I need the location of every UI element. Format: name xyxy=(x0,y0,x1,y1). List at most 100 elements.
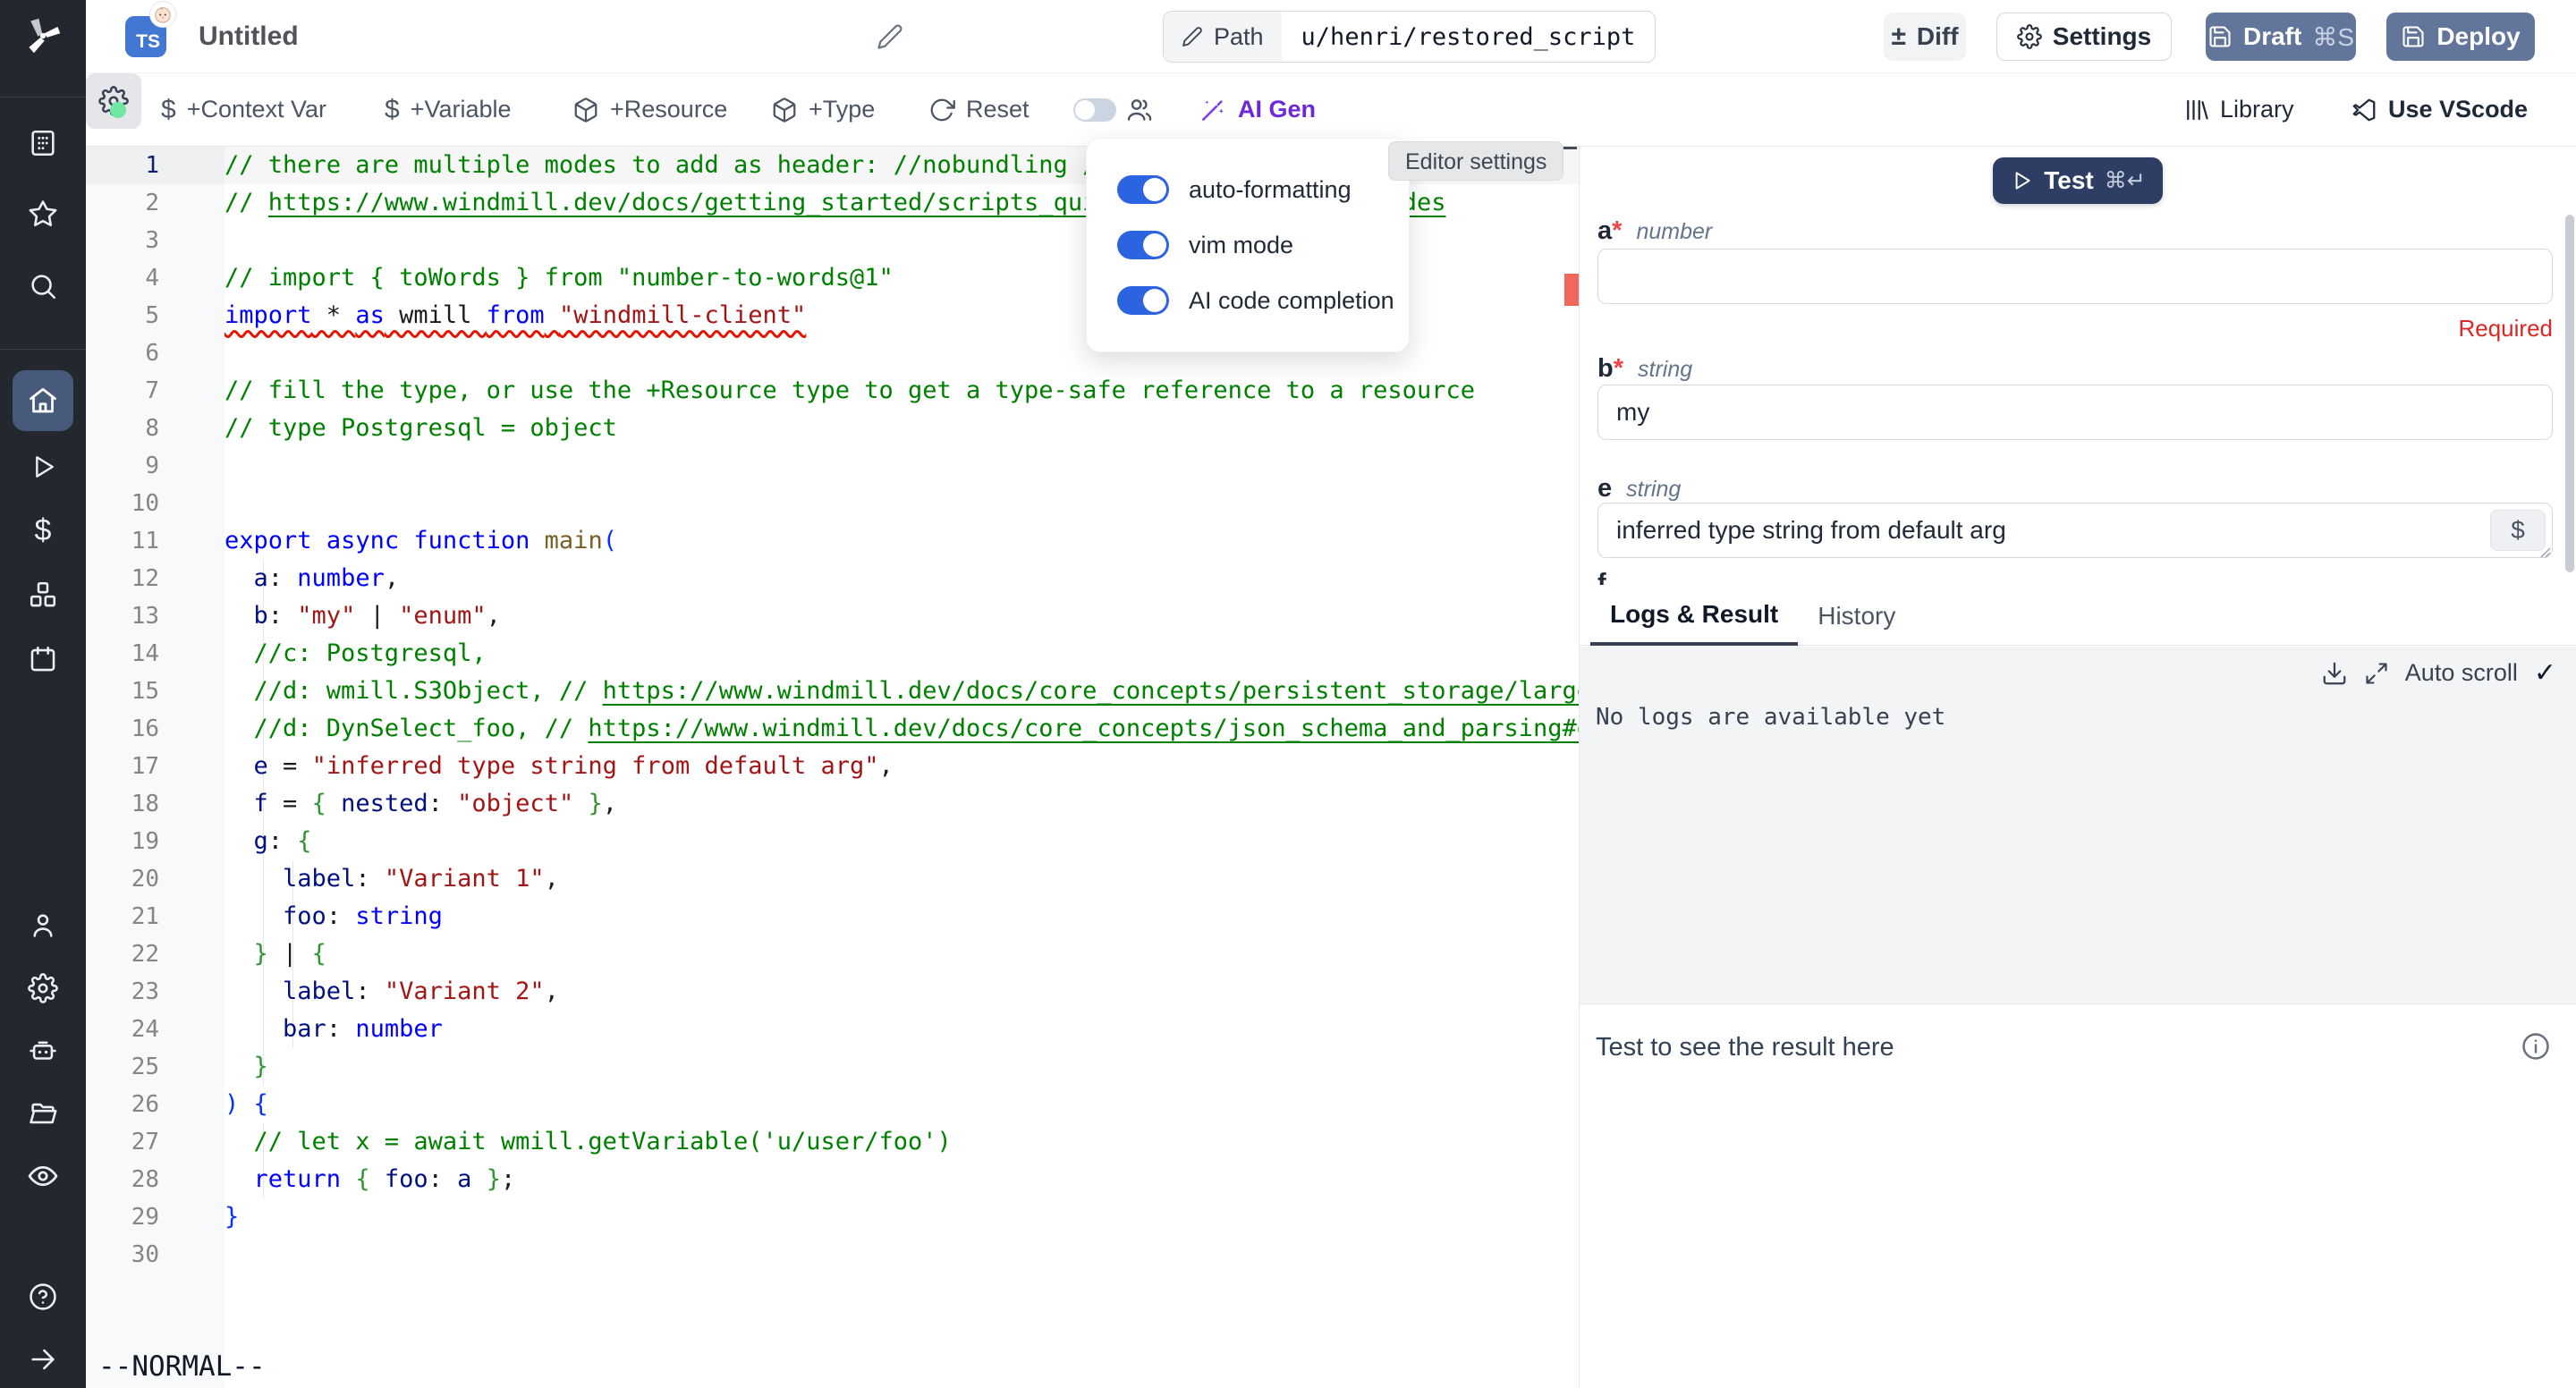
add-type-button[interactable]: +Type xyxy=(771,73,875,146)
baby-emoji-badge xyxy=(150,2,175,27)
line-number: 27 xyxy=(86,1123,186,1161)
code-line[interactable]: 23 label: "Variant 2", xyxy=(86,973,1579,1011)
editor-settings-button[interactable] xyxy=(86,73,141,129)
path-chip[interactable]: Path u/henri/restored_script xyxy=(1163,11,1656,63)
panel-scrollbar[interactable] xyxy=(2565,215,2574,572)
windmill-logo[interactable] xyxy=(23,16,63,55)
sidebar-item-help[interactable] xyxy=(23,1277,63,1316)
multiplayer-button[interactable] xyxy=(1125,73,1154,146)
code-line[interactable]: 22 } | { xyxy=(86,935,1579,973)
sidebar-item-runs[interactable] xyxy=(23,447,63,487)
use-vscode-button[interactable]: Use VScode xyxy=(2351,73,2528,146)
toggle-knob xyxy=(1143,178,1166,201)
path-value[interactable]: u/henri/restored_script xyxy=(1282,12,1656,62)
field-e-input[interactable] xyxy=(1597,503,2553,558)
field-name: b xyxy=(1597,354,1614,383)
tab-logs-result[interactable]: Logs & Result xyxy=(1590,587,1798,646)
reset-button[interactable]: Reset xyxy=(928,73,1030,146)
sidebar-item-schedules[interactable] xyxy=(23,639,63,679)
folder-icon xyxy=(28,1098,58,1129)
code-line[interactable]: 30 xyxy=(86,1236,1579,1274)
library-button[interactable]: Library xyxy=(2182,73,2294,146)
editor-setting-row[interactable]: auto-formatting xyxy=(1117,162,1409,217)
check-icon[interactable]: ✓ xyxy=(2534,657,2556,689)
sidebar-item-folders[interactable] xyxy=(23,1094,63,1133)
code-line[interactable]: 17 e = "inferred type string from defaul… xyxy=(86,748,1579,785)
code-line[interactable]: 24 bar: number xyxy=(86,1011,1579,1048)
toggle-switch-on[interactable] xyxy=(1117,175,1169,204)
code-line[interactable]: 21 foo: string xyxy=(86,898,1579,935)
code-line[interactable]: 11export async function main( xyxy=(86,522,1579,560)
editor-setting-label: AI code completion xyxy=(1189,287,1394,315)
toggle-knob xyxy=(1143,289,1166,312)
sidebar-item-audit-logs[interactable] xyxy=(23,1156,63,1196)
toggle-off-pill[interactable] xyxy=(1073,98,1116,122)
sidebar-item-search[interactable] xyxy=(23,267,63,306)
line-number: 18 xyxy=(86,785,186,823)
code-line[interactable]: 28 return { foo: a }; xyxy=(86,1161,1579,1198)
code-line[interactable]: 26) { xyxy=(86,1086,1579,1123)
line-number: 8 xyxy=(86,410,186,447)
add-context-var-button[interactable]: $+Context Var xyxy=(161,73,326,146)
code-line[interactable]: 18 f = { nested: "object" }, xyxy=(86,785,1579,823)
logs-tabbar: Logs & Result History xyxy=(1580,587,2576,646)
edit-title-pencil-icon[interactable] xyxy=(877,23,903,50)
auto-scroll-label[interactable]: Auto scroll xyxy=(2405,659,2518,687)
sidebar-item-settings[interactable] xyxy=(23,969,63,1008)
code-line[interactable]: 29} xyxy=(86,1198,1579,1236)
add-resource-label: +Resource xyxy=(610,96,727,123)
field-b-input[interactable] xyxy=(1597,385,2553,440)
code-line[interactable]: 12 a: number, xyxy=(86,560,1579,597)
code-line[interactable]: 20 label: "Variant 1", xyxy=(86,860,1579,898)
field-f-label-clipped: f xyxy=(1597,569,1606,585)
line-number: 29 xyxy=(86,1198,186,1236)
sidebar-item-workers[interactable] xyxy=(23,1031,63,1071)
info-icon[interactable] xyxy=(2521,1031,2551,1062)
diff-button[interactable]: ± Diff xyxy=(1884,13,1966,61)
code-line[interactable]: 10 xyxy=(86,485,1579,522)
code-line[interactable]: 15 //d: wmill.S3Object, // https://www.w… xyxy=(86,673,1579,710)
line-number: 7 xyxy=(86,372,186,410)
line-number: 22 xyxy=(86,935,186,973)
dollar-icon: $ xyxy=(161,95,176,125)
plus-minus-icon: ± xyxy=(1891,21,1905,52)
code-line[interactable]: 13 b: "my" | "enum", xyxy=(86,597,1579,635)
app-sidebar: $ xyxy=(0,0,86,1388)
expand-icon[interactable] xyxy=(2364,661,2389,686)
sidebar-item-favorites[interactable] xyxy=(23,194,63,233)
sidebar-item-variables[interactable]: $ xyxy=(23,511,63,550)
ai-gen-button[interactable]: AI Gen xyxy=(1199,73,1316,146)
sidebar-item-collapse[interactable] xyxy=(23,1340,63,1379)
diff-mode-toggle[interactable] xyxy=(1073,73,1116,146)
status-dot-green xyxy=(110,102,126,118)
sidebar-item-home-active[interactable] xyxy=(13,370,73,431)
add-variable-button[interactable]: $+Variable xyxy=(385,73,512,146)
code-line[interactable]: 9 xyxy=(86,447,1579,485)
code-line[interactable]: 14 //c: Postgresql, xyxy=(86,635,1579,673)
editor-setting-row[interactable]: AI code completion xyxy=(1117,273,1409,328)
editor-setting-row[interactable]: vim mode xyxy=(1117,217,1409,273)
wand-icon xyxy=(1199,96,1227,124)
settings-button[interactable]: Settings xyxy=(1996,13,2172,61)
download-icon[interactable] xyxy=(2321,660,2348,687)
draft-button[interactable]: Draft ⌘S xyxy=(2206,13,2356,61)
code-line[interactable]: 8// type Postgresql = object xyxy=(86,410,1579,447)
code-line[interactable]: 25 } xyxy=(86,1048,1579,1086)
code-line[interactable]: 19 g: { xyxy=(86,823,1579,860)
sidebar-item-user[interactable] xyxy=(23,906,63,945)
add-resource-button[interactable]: +Resource xyxy=(572,73,727,146)
textarea-resize-handle[interactable] xyxy=(2537,544,2551,558)
editor-setting-label: vim mode xyxy=(1189,232,1293,259)
field-a-input[interactable] xyxy=(1597,249,2553,304)
toggle-switch-on[interactable] xyxy=(1117,231,1169,259)
code-line[interactable]: 27 // let x = await wmill.getVariable('u… xyxy=(86,1123,1579,1161)
deploy-button[interactable]: Deploy xyxy=(2386,13,2535,61)
test-button[interactable]: Test ⌘↵ xyxy=(1993,157,2163,204)
toggle-switch-on[interactable] xyxy=(1117,286,1169,315)
tab-history[interactable]: History xyxy=(1798,587,1915,646)
sidebar-item-resources[interactable] xyxy=(23,575,63,614)
sidebar-item-workspaces[interactable] xyxy=(23,123,63,163)
code-line[interactable]: 7// fill the type, or use the +Resource … xyxy=(86,372,1579,410)
path-label-segment[interactable]: Path xyxy=(1164,12,1282,62)
code-line[interactable]: 16 //d: DynSelect_foo, // https://www.wi… xyxy=(86,710,1579,748)
